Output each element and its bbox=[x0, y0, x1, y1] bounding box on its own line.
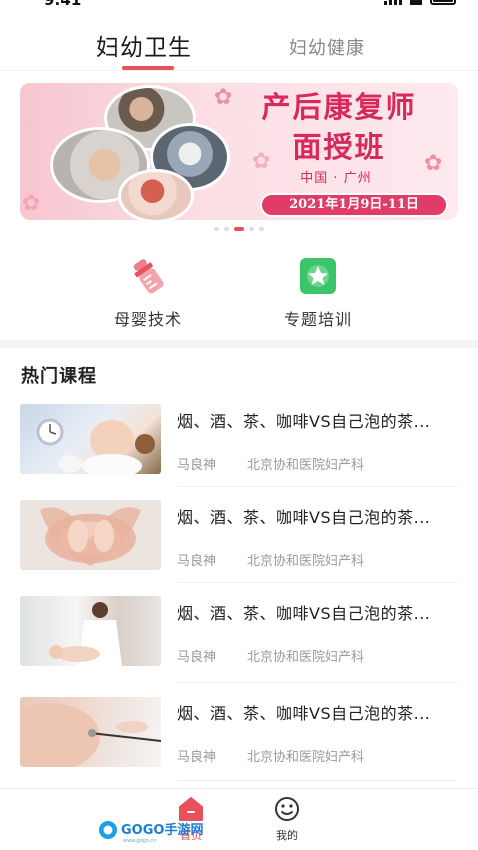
course-thumbnail-baby-with-clock bbox=[20, 404, 161, 474]
course-author: 马良神 bbox=[177, 650, 217, 665]
bottom-nav: 首页 我的 bbox=[0, 788, 478, 850]
course-thumbnail-pregnant-belly bbox=[20, 697, 161, 767]
watermark-logo: GOGO手游网 www.gogo.cn bbox=[99, 821, 203, 844]
course-divider bbox=[177, 780, 457, 781]
flower-decoration-icon: ✿ bbox=[214, 85, 233, 110]
course-hospital: 北京协和医院妇产科 bbox=[247, 458, 365, 473]
status-bar: 9:41 bbox=[0, 0, 478, 10]
course-divider bbox=[177, 582, 457, 583]
category-label: 母婴技术 bbox=[113, 310, 182, 329]
course-title: 烟、酒、茶、咖啡VS自己泡的茶... bbox=[177, 704, 431, 723]
wifi-icon bbox=[410, 0, 422, 5]
banner-photo-treatment bbox=[118, 169, 194, 220]
course-author: 马良神 bbox=[177, 458, 217, 473]
course-author: 马良神 bbox=[177, 750, 217, 765]
category-special-training[interactable]: 专题培训 bbox=[248, 256, 388, 330]
watermark-text: GOGO手游网 bbox=[121, 822, 203, 838]
carousel-dot[interactable] bbox=[259, 227, 264, 231]
app-screen: { "status_bar": { "time": "9:41" }, "tab… bbox=[0, 0, 478, 850]
top-tabs: 妇幼卫生 妇幼健康 bbox=[0, 20, 478, 72]
section-separator bbox=[0, 340, 478, 348]
course-hospital: 北京协和医院妇产科 bbox=[247, 650, 365, 665]
course-item[interactable]: 烟、酒、茶、咖啡VS自己泡的茶... 马良神 北京协和医院妇产科 bbox=[0, 398, 478, 494]
category-maternal-infant-tech[interactable]: 母婴技术 bbox=[78, 256, 218, 330]
carousel-dot[interactable] bbox=[214, 227, 219, 231]
banner-title-line1: 产后康复师 bbox=[261, 90, 417, 124]
carousel-dot[interactable] bbox=[224, 227, 229, 231]
course-hospital: 北京协和医院妇产科 bbox=[247, 750, 365, 765]
hot-courses-title: 热门课程 bbox=[21, 366, 97, 387]
course-thumbnail-doctor-with-baby bbox=[20, 596, 161, 666]
promo-banner[interactable]: ✿ ✿ ✿ ✿ 产后康复师 面授班 中国 · 广州 2021年1月9日-11日 bbox=[20, 83, 458, 220]
tab-maternal-hygiene[interactable]: 妇幼卫生 bbox=[96, 28, 192, 62]
course-item[interactable]: 烟、酒、茶、咖啡VS自己泡的茶... 马良神 北京协和医院妇产科 bbox=[0, 494, 478, 590]
star-badge-icon bbox=[300, 258, 336, 294]
banner-location: 中国 · 广州 bbox=[300, 171, 372, 186]
banner-date-pill: 2021年1月9日-11日 bbox=[260, 193, 448, 217]
course-item[interactable]: 烟、酒、茶、咖啡VS自己泡的茶... 马良神 北京协和医院妇产科 bbox=[0, 690, 478, 786]
carousel-dot-active[interactable] bbox=[234, 227, 244, 231]
watermark-sub: www.gogo.cn bbox=[123, 838, 156, 844]
tabs-divider bbox=[0, 70, 478, 71]
banner-title-line2: 面授班 bbox=[292, 130, 386, 164]
course-author: 马良神 bbox=[177, 554, 217, 569]
baby-bottle-icon bbox=[133, 259, 164, 294]
signal-icon bbox=[384, 0, 402, 5]
course-hospital: 北京协和医院妇产科 bbox=[247, 554, 365, 569]
tab-maternal-health[interactable]: 妇幼健康 bbox=[289, 34, 365, 60]
course-title: 烟、酒、茶、咖啡VS自己泡的茶... bbox=[177, 508, 431, 527]
status-icons bbox=[384, 0, 456, 5]
carousel-dots bbox=[0, 227, 478, 233]
battery-icon bbox=[430, 0, 456, 5]
smiley-face-icon bbox=[275, 797, 299, 821]
banner-title: 产后康复师 面授班 bbox=[234, 87, 444, 167]
course-item[interactable]: 烟、酒、茶、咖啡VS自己泡的茶... 马良神 北京协和医院妇产科 bbox=[0, 590, 478, 686]
carousel-dot[interactable] bbox=[249, 227, 254, 231]
course-title: 烟、酒、茶、咖啡VS自己泡的茶... bbox=[177, 412, 431, 431]
course-divider bbox=[177, 486, 457, 487]
status-time: 9:41 bbox=[44, 0, 82, 9]
nav-mine[interactable]: 我的 bbox=[257, 795, 317, 843]
nav-label: 我的 bbox=[276, 829, 298, 842]
category-entries: 母婴技术 专题培训 bbox=[0, 256, 478, 336]
flower-decoration-icon: ✿ bbox=[22, 191, 41, 216]
course-thumbnail-baby-feet bbox=[20, 500, 161, 570]
category-label: 专题培训 bbox=[283, 310, 352, 329]
course-title: 烟、酒、茶、咖啡VS自己泡的茶... bbox=[177, 604, 431, 623]
course-divider bbox=[177, 682, 457, 683]
